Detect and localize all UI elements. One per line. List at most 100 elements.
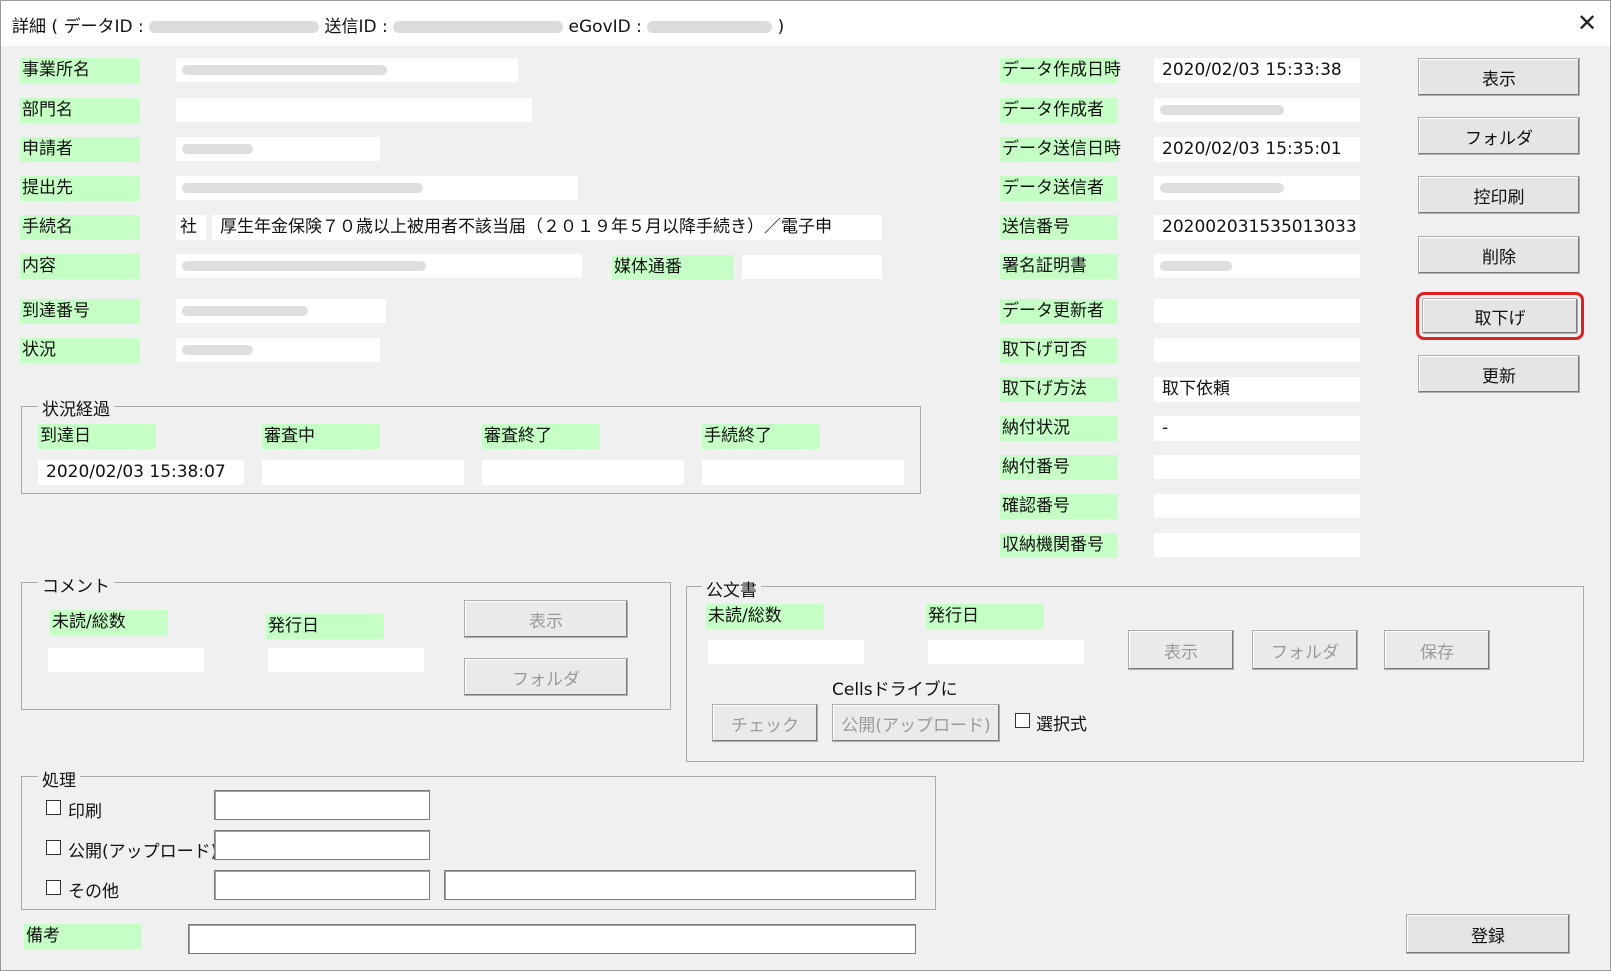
comment-issued-value — [268, 648, 424, 672]
egov-id-redacted — [647, 21, 773, 33]
updater-label: データ更新者 — [1000, 299, 1118, 324]
title-send-label: 送信ID : — [319, 17, 394, 37]
progress-col-procedure-done: 手続終了 — [702, 424, 820, 449]
print-checkbox[interactable] — [46, 800, 61, 815]
selectable-checkbox[interactable] — [1015, 713, 1030, 728]
register-button[interactable]: 登録 — [1406, 914, 1570, 954]
remarks-input[interactable] — [188, 924, 916, 954]
print-copy-button[interactable]: 控印刷 — [1418, 176, 1580, 214]
progress-group-title: 状況経過 — [38, 395, 114, 420]
publish-input[interactable] — [214, 830, 430, 860]
comment-group-title: コメント — [38, 572, 114, 597]
title-prefix: 詳細 ( データID : — [12, 17, 150, 37]
progress-col-review-done: 審査終了 — [482, 424, 600, 449]
official-issued-value — [928, 640, 1084, 664]
jokyo-value-redacted — [176, 338, 380, 362]
totatsu-value-redacted — [176, 299, 386, 323]
payment-no-label: 納付番号 — [1000, 455, 1118, 480]
official-folder-button[interactable]: フォルダ — [1252, 630, 1358, 670]
delete-button[interactable]: 削除 — [1418, 236, 1580, 274]
other-checkbox-label: その他 — [68, 882, 119, 902]
send-no-value: 202002031535013033 — [1154, 215, 1360, 240]
other-input-2[interactable] — [444, 870, 916, 900]
jokyo-label: 状況 — [20, 338, 140, 363]
comment-show-button[interactable]: 表示 — [464, 600, 628, 638]
window-title: 詳細 ( データID : 送信ID : eGovID : ) — [12, 12, 784, 37]
withdraw-method-label: 取下げ方法 — [1000, 377, 1118, 402]
remarks-label: 備考 — [24, 924, 142, 949]
print-checkbox-label: 印刷 — [68, 802, 102, 822]
naiyo-label: 内容 — [20, 254, 140, 279]
process-group-title: 処理 — [38, 766, 80, 791]
publish-checkbox-label: 公開(アップロード) — [68, 842, 218, 862]
progress-col-reviewing: 審査中 — [262, 424, 380, 449]
check-button[interactable]: チェック — [712, 704, 818, 742]
official-unread-value — [708, 640, 864, 664]
publish-checkbox[interactable] — [46, 840, 61, 855]
bumon-label: 部門名 — [20, 98, 140, 123]
creator-value-redacted — [1154, 98, 1360, 122]
shinseisha-label: 申請者 — [20, 137, 140, 162]
comment-unread-label: 未読/総数 — [50, 610, 168, 635]
close-icon[interactable]: ✕ — [1572, 8, 1602, 38]
tetsuzuki-prefix: 社 — [176, 215, 206, 240]
comment-folder-button[interactable]: フォルダ — [464, 658, 628, 696]
updater-value — [1154, 299, 1360, 323]
progress-review-done-value — [482, 460, 684, 485]
cert-label: 署名証明書 — [1000, 254, 1118, 279]
show-button[interactable]: 表示 — [1418, 58, 1580, 96]
folder-button[interactable]: フォルダ — [1418, 117, 1580, 155]
sender-value-redacted — [1154, 176, 1360, 200]
comment-issued-label: 発行日 — [266, 614, 384, 639]
tetsuzuki-label: 手続名 — [20, 215, 140, 240]
sender-label: データ送信者 — [1000, 176, 1118, 201]
send-id-redacted — [393, 21, 564, 33]
other-checkbox[interactable] — [46, 880, 61, 895]
sent-at-value: 2020/02/03 15:35:01 — [1154, 137, 1360, 162]
agency-no-label: 収納機関番号 — [1000, 533, 1118, 558]
cells-drive-label: Cellsドライブに — [832, 680, 958, 700]
bumon-value — [176, 98, 532, 122]
created-at-value: 2020/02/03 15:33:38 — [1154, 58, 1360, 83]
title-suffix: ) — [772, 17, 785, 37]
other-input-1[interactable] — [214, 870, 430, 900]
official-group-title: 公文書 — [702, 576, 761, 601]
cert-value-redacted — [1154, 254, 1360, 278]
data-id-redacted — [149, 21, 320, 33]
withdraw-ok-label: 取下げ可否 — [1000, 338, 1118, 363]
official-issued-label: 発行日 — [926, 604, 1044, 629]
progress-arrival-value: 2020/02/03 15:38:07 — [38, 460, 244, 485]
jigyosho-label: 事業所名 — [20, 58, 140, 83]
baitai-value — [742, 255, 882, 279]
shinseisha-value-redacted — [176, 137, 380, 161]
naiyo-value-redacted — [176, 254, 582, 278]
confirm-no-value — [1154, 494, 1360, 518]
withdraw-method-value: 取下依頼 — [1154, 377, 1360, 402]
confirm-no-label: 確認番号 — [1000, 494, 1118, 519]
selectable-label: 選択式 — [1036, 715, 1087, 735]
send-no-label: 送信番号 — [1000, 215, 1118, 240]
official-save-button[interactable]: 保存 — [1384, 630, 1490, 670]
payment-no-value — [1154, 455, 1360, 479]
progress-reviewing-value — [262, 460, 464, 485]
teishutsusaki-label: 提出先 — [20, 176, 140, 201]
sent-at-label: データ送信日時 — [1000, 137, 1121, 162]
tetsuzuki-value: 厚生年金保険７０歳以上被用者不該当届（２０１９年５月以降手続き）／電子申 — [212, 215, 882, 240]
created-at-label: データ作成日時 — [1000, 58, 1121, 83]
jigyosho-value-redacted — [176, 58, 518, 82]
print-input[interactable] — [214, 790, 430, 820]
comment-unread-value — [48, 648, 204, 672]
payment-status-label: 納付状況 — [1000, 416, 1118, 441]
totatsu-label: 到達番号 — [20, 299, 140, 324]
withdraw-ok-value — [1154, 338, 1360, 362]
withdraw-button[interactable]: 取下げ — [1416, 292, 1584, 340]
publish-upload-button[interactable]: 公開(アップロード) — [832, 704, 1000, 742]
refresh-button[interactable]: 更新 — [1418, 355, 1580, 393]
payment-status-value: - — [1154, 416, 1360, 441]
teishutsusaki-value-redacted — [176, 176, 578, 200]
progress-col-arrival: 到達日 — [38, 424, 156, 449]
official-show-button[interactable]: 表示 — [1128, 630, 1234, 670]
official-unread-label: 未読/総数 — [706, 604, 824, 629]
creator-label: データ作成者 — [1000, 98, 1118, 123]
agency-no-value — [1154, 533, 1360, 557]
